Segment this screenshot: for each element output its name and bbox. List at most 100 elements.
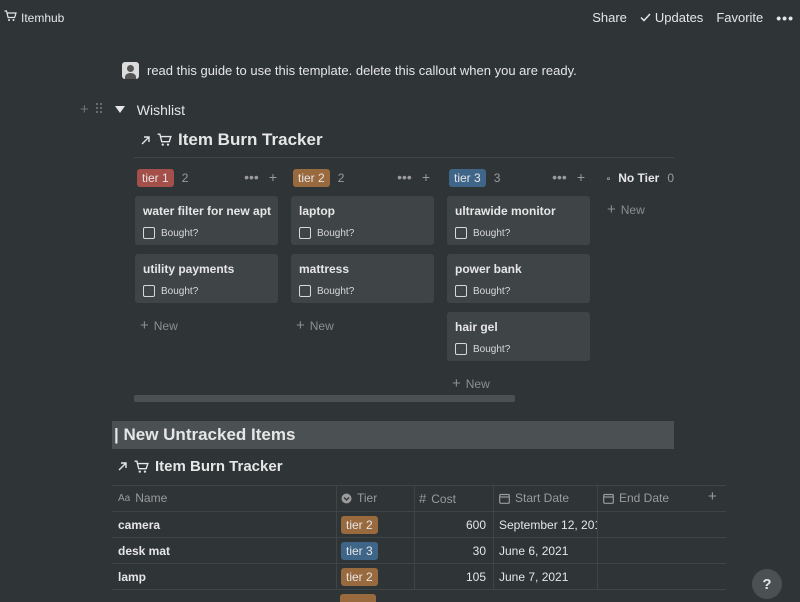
more-options-icon[interactable]: •••: [776, 11, 794, 25]
add-block-icon[interactable]: +: [80, 101, 89, 118]
card-title: ultrawide monitor: [455, 204, 556, 218]
updates-label: Updates: [654, 10, 704, 25]
column-name[interactable]: Aa Name: [118, 491, 167, 505]
checkbox-icon[interactable]: [455, 285, 467, 297]
add-icon[interactable]: +: [422, 169, 430, 185]
column-start-date[interactable]: Start Date: [499, 491, 569, 505]
column-label: Start Date: [515, 491, 570, 505]
cell-name[interactable]: camera: [118, 518, 160, 532]
calendar-icon: [603, 493, 614, 504]
checkbox-icon[interactable]: [143, 285, 155, 297]
no-tier-label[interactable]: No Tier: [618, 171, 659, 185]
cart-icon: [134, 460, 149, 473]
more-options-icon[interactable]: •••: [552, 169, 567, 185]
column-label: Tier: [357, 491, 378, 505]
cell-cost[interactable]: 105: [420, 570, 486, 584]
tier-tag[interactable]: tier 3: [449, 169, 486, 187]
updates-button[interactable]: Updates: [640, 10, 703, 25]
new-card-button[interactable]: + New: [607, 201, 645, 218]
cell-start-date[interactable]: June 7, 2021: [499, 570, 597, 584]
board-card[interactable]: ultrawide monitor Bought?: [447, 196, 590, 245]
horizontal-scrollbar[interactable]: [134, 395, 515, 402]
new-label: New: [153, 318, 178, 333]
cell-tier-tag[interactable]: tier 2: [341, 516, 378, 534]
card-title: hair gel: [455, 320, 498, 334]
card-title: laptop: [299, 204, 335, 218]
cell-cost[interactable]: 30: [420, 544, 486, 558]
board-card[interactable]: mattress Bought?: [291, 254, 434, 303]
bought-checkbox[interactable]: Bought?: [299, 285, 354, 297]
add-column-icon[interactable]: +: [708, 488, 717, 505]
board-card[interactable]: water filter for new apt Bought?: [135, 196, 278, 245]
cell-tier-tag-partial[interactable]: [340, 594, 376, 602]
breadcrumb[interactable]: Itemhub: [4, 10, 64, 25]
checkbox-icon[interactable]: [143, 227, 155, 239]
toggle-title[interactable]: Wishlist: [137, 102, 185, 118]
help-button[interactable]: ?: [752, 569, 782, 599]
more-options-icon[interactable]: •••: [397, 169, 412, 185]
group-header-tier-1: tier 1 2 ••• +: [137, 169, 277, 187]
toggle-triangle-icon[interactable]: [114, 106, 125, 113]
bought-checkbox[interactable]: Bought?: [455, 285, 510, 297]
checkbox-icon[interactable]: [455, 343, 467, 355]
new-label: New: [309, 318, 334, 333]
text-type-icon: Aa: [118, 492, 131, 504]
cell-name[interactable]: desk mat: [118, 544, 170, 558]
tier-tag[interactable]: tier 1: [137, 169, 174, 187]
share-button[interactable]: Share: [592, 10, 627, 25]
breadcrumb-label: Itemhub: [21, 10, 65, 25]
top-bar: Itemhub Share Updates Favorite •••: [0, 0, 800, 34]
cell-tier-tag[interactable]: tier 2: [341, 568, 378, 586]
table-row[interactable]: camera tier 2 600 September 12, 2019: [112, 512, 726, 538]
card-title: water filter for new apt: [143, 204, 272, 218]
link-arrow-icon: [118, 462, 127, 471]
group-count: 2: [337, 171, 345, 185]
card-title: power bank: [455, 262, 522, 276]
new-card-button[interactable]: + New: [296, 317, 334, 334]
new-card-button[interactable]: + New: [140, 317, 178, 334]
table-row[interactable]: lamp tier 2 105 June 7, 2021: [112, 564, 726, 590]
board-card[interactable]: laptop Bought?: [291, 196, 434, 245]
tier-tag[interactable]: tier 2: [293, 169, 330, 187]
divider: [134, 157, 674, 158]
column-cost[interactable]: # Cost: [419, 491, 456, 506]
column-end-date[interactable]: End Date: [603, 491, 669, 505]
add-icon[interactable]: +: [269, 169, 277, 185]
section-heading[interactable]: | New Untracked Items: [112, 421, 674, 449]
cell-cost[interactable]: 600: [420, 518, 486, 532]
checkbox-label: Bought?: [473, 343, 511, 355]
cell-start-date[interactable]: June 6, 2021: [499, 544, 597, 558]
bought-checkbox[interactable]: Bought?: [143, 285, 198, 297]
group-header-tier-3: tier 3 3 ••• +: [449, 169, 585, 187]
column-tier[interactable]: Tier: [341, 491, 377, 505]
group-count: 3: [493, 171, 501, 185]
cell-start-date[interactable]: September 12, 2019: [499, 518, 597, 532]
board-title[interactable]: Item Burn Tracker: [140, 130, 323, 150]
cell-tier-tag[interactable]: tier 3: [341, 542, 378, 560]
bought-checkbox[interactable]: Bought?: [143, 227, 198, 239]
cell-name[interactable]: lamp: [118, 570, 146, 584]
table-row[interactable]: desk mat tier 3 30 June 6, 2021: [112, 538, 726, 564]
new-card-button[interactable]: + New: [452, 375, 490, 392]
checkbox-icon[interactable]: [299, 285, 311, 297]
checkbox-label: Bought?: [473, 285, 511, 297]
wishlist-toggle: + Wishlist: [80, 101, 185, 118]
checkbox-icon[interactable]: [299, 227, 311, 239]
new-label: New: [465, 376, 490, 391]
checkbox-icon[interactable]: [455, 227, 467, 239]
drag-handle-icon[interactable]: [95, 102, 103, 117]
divider: [112, 589, 726, 590]
bought-checkbox[interactable]: Bought?: [455, 227, 510, 239]
callout-text[interactable]: read this guide to use this template. de…: [147, 63, 577, 78]
board-card[interactable]: power bank Bought?: [447, 254, 590, 303]
board-card[interactable]: hair gel Bought?: [447, 312, 590, 361]
add-icon[interactable]: +: [577, 169, 585, 185]
board-card[interactable]: utility payments Bought?: [135, 254, 278, 303]
table-title[interactable]: Item Burn Tracker: [117, 458, 283, 475]
bought-checkbox[interactable]: Bought?: [299, 227, 354, 239]
more-options-icon[interactable]: •••: [244, 169, 259, 185]
bought-checkbox[interactable]: Bought?: [455, 343, 510, 355]
checkbox-label: Bought?: [473, 227, 511, 239]
callout: read this guide to use this template. de…: [122, 62, 577, 79]
favorite-button[interactable]: Favorite: [716, 10, 763, 25]
